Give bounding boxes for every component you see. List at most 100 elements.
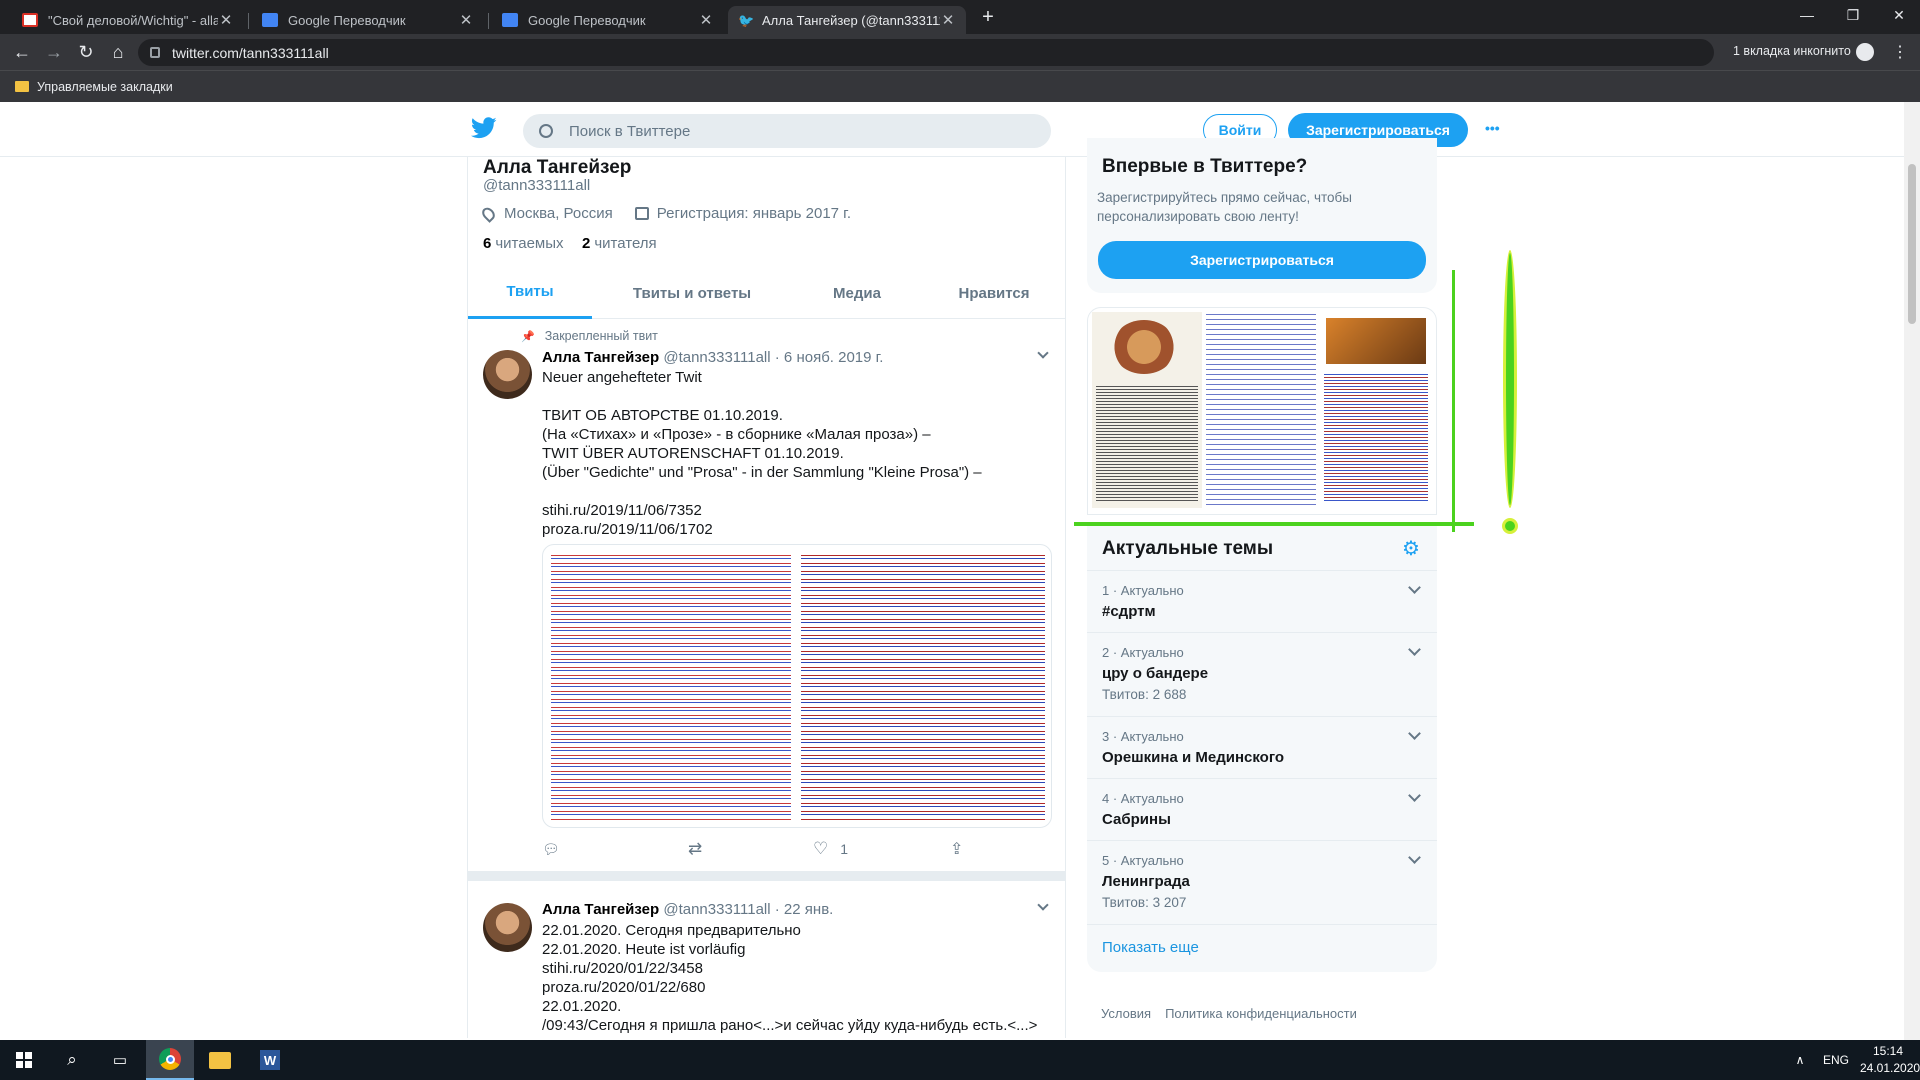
pin-icon: 📌 [521,330,535,343]
trend-meta: 5 · Актуально [1102,853,1184,868]
tweet-menu-chevron-icon[interactable] [1037,347,1049,359]
trend-item[interactable]: 4 · Актуально Сабрины [1087,778,1437,840]
trend-count: Твитов: 2 688 [1102,687,1187,702]
annotation-exclamation-mark [1503,250,1517,508]
trends-title: Актуальные темы [1102,538,1274,559]
incognito-icon[interactable] [1856,43,1874,61]
tweet-link[interactable]: proza.ru/2020/01/22/680 [542,978,705,997]
word-icon[interactable]: W [246,1040,294,1080]
browser-tab-strip: "Свой деловой/Wichtig" - alla33 ✕ Google… [0,0,1920,34]
tab-media[interactable]: Медиа [792,267,922,319]
lock-icon [150,47,160,58]
followers-link[interactable]: 2 читателя [582,235,657,252]
restore-button[interactable]: ❐ [1830,0,1876,30]
tweet-link[interactable]: proza.ru/2019/11/06/1702 [542,520,713,539]
following-link[interactable]: 6 читаемых [483,235,564,252]
page-scrollbar[interactable] [1904,102,1920,1040]
twitter-logo-icon[interactable] [471,117,497,139]
input-language[interactable]: ENG [1816,1040,1856,1080]
browser-tab-gmail[interactable]: "Свой деловой/Wichtig" - alla33 ✕ [12,6,244,34]
tweet[interactable]: Алла Тангейзер @tann333111all · 22 янв. … [468,881,1065,1038]
pinned-tweet[interactable]: 📌 Закрепленный твит Алла Тангейзер @tann… [468,319,1065,881]
scrollbar-thumb[interactable] [1908,164,1916,324]
profile-name: Алла Тангейзер [483,157,632,178]
show-more-link[interactable]: Показать еще [1102,939,1199,956]
bookmark-folder-managed[interactable]: Управляемые закладки [37,80,173,94]
trend-item[interactable]: 3 · Актуально Орешкина и Мединского [1087,716,1437,778]
avatar[interactable] [483,350,532,399]
tweet-link[interactable]: stihi.ru/2020/01/22/3458 [542,959,703,978]
tweet-handle-date[interactable]: @tann333111all · 6 нояб. 2019 г. [663,349,883,366]
avatar[interactable] [483,903,532,952]
share-icon[interactable]: ⇪ [950,839,963,859]
chrome-taskbar-icon[interactable] [146,1040,194,1080]
chevron-down-icon[interactable] [1408,789,1421,802]
close-tab-icon[interactable]: ✕ [218,11,234,29]
browser-tab-translate-1[interactable]: Google Переводчик ✕ [252,6,484,34]
tweet-text-line: 22.01.2020. Сегодня предварительно [542,922,801,939]
new-tab-button[interactable]: + [976,6,1000,30]
close-window-button[interactable]: ✕ [1876,0,1920,30]
signup-button-sidebar[interactable]: Зарегистрироваться [1098,241,1426,279]
incognito-label: 1 вкладка инкогнито [1733,44,1851,58]
retweet-icon[interactable]: ⇄ [688,839,702,859]
close-tab-icon[interactable]: ✕ [940,11,956,29]
menu-dots-icon[interactable]: ⋮ [1892,42,1908,62]
media-page-left [1092,312,1202,508]
profile-media-thumbnail[interactable] [1087,307,1437,515]
close-tab-icon[interactable]: ✕ [698,11,714,29]
minimize-button[interactable]: — [1784,0,1830,30]
like-button[interactable]: ♡ 1 [813,839,848,859]
trend-item[interactable]: 2 · Актуально цру о бандере Твитов: 2 68… [1087,632,1437,716]
more-menu-icon[interactable]: ••• [1485,120,1500,136]
chevron-down-icon[interactable] [1408,727,1421,740]
media-page-middle [1206,312,1316,508]
chevron-down-icon[interactable] [1408,643,1421,656]
tweet-author[interactable]: Алла Тангейзер [542,349,659,366]
trend-name: Орешкина и Мединского [1102,749,1285,766]
trend-item[interactable]: 1 · Актуально #сдртм [1087,570,1437,632]
pinned-label: Закрепленный твит [544,329,658,343]
footer-privacy-link[interactable]: Политика конфиденциальности [1165,1006,1357,1021]
taskbar-clock[interactable]: 15:14 24.01.2020 [1860,1043,1920,1077]
tab-tweets[interactable]: Твиты [468,267,592,319]
tweet-handle-date[interactable]: @tann333111all · 22 янв. [663,901,833,918]
following-count: 6 [483,235,492,252]
chevron-down-icon[interactable] [1408,581,1421,594]
search-icon [539,124,553,138]
task-view-icon[interactable]: ▭ [96,1040,144,1080]
reload-button[interactable]: ↻ [72,34,100,70]
tweet-image-attachment[interactable] [542,544,1052,828]
back-button[interactable]: ← [8,34,36,70]
address-bar[interactable]: twitter.com/tann333111all [138,39,1714,66]
tab-tweets-replies[interactable]: Твиты и ответы [592,267,792,319]
translate-icon [262,13,278,27]
tweet-text-line: TWIT ÜBER AUTORENSCHAFT 01.10.2019. [542,445,844,462]
trend-meta: 4 · Актуально [1102,791,1184,806]
tweet-menu-chevron-icon[interactable] [1037,899,1049,911]
followers-count: 2 [582,235,591,252]
browser-tab-twitter[interactable]: 🐦 Алла Тангейзер (@tann333111al ✕ [728,6,966,34]
followers-label: читателя [594,235,657,252]
forward-button[interactable]: → [40,34,68,70]
home-button[interactable]: ⌂ [104,34,132,70]
reply-icon[interactable]: 💬︎ [542,841,560,858]
search-icon[interactable]: ⌕ [48,1040,96,1080]
close-tab-icon[interactable]: ✕ [458,11,474,29]
trend-item[interactable]: 5 · Актуально Ленинграда Твитов: 3 207 [1087,840,1437,924]
profile-tabs: Твиты Твиты и ответы Медиа Нравится [468,267,1065,319]
chevron-down-icon[interactable] [1408,851,1421,864]
folder-icon [15,81,29,92]
search-input[interactable]: Поиск в Твиттере [523,114,1051,148]
browser-tab-translate-2[interactable]: Google Переводчик ✕ [492,6,724,34]
tweet-link[interactable]: stihi.ru/2019/11/06/7352 [542,501,702,520]
file-explorer-icon[interactable] [196,1040,244,1080]
search-placeholder: Поиск в Твиттере [569,122,691,140]
settings-gear-icon[interactable]: ⚙ [1402,536,1420,561]
tweet-author[interactable]: Алла Тангейзер [542,901,659,918]
footer-terms-link[interactable]: Условия [1101,1006,1151,1021]
windows-start-icon[interactable] [0,1040,48,1080]
trend-name: Ленинграда [1102,873,1190,890]
tray-chevron-up-icon[interactable]: ∧ [1790,1040,1810,1080]
tab-likes[interactable]: Нравится [922,267,1065,319]
